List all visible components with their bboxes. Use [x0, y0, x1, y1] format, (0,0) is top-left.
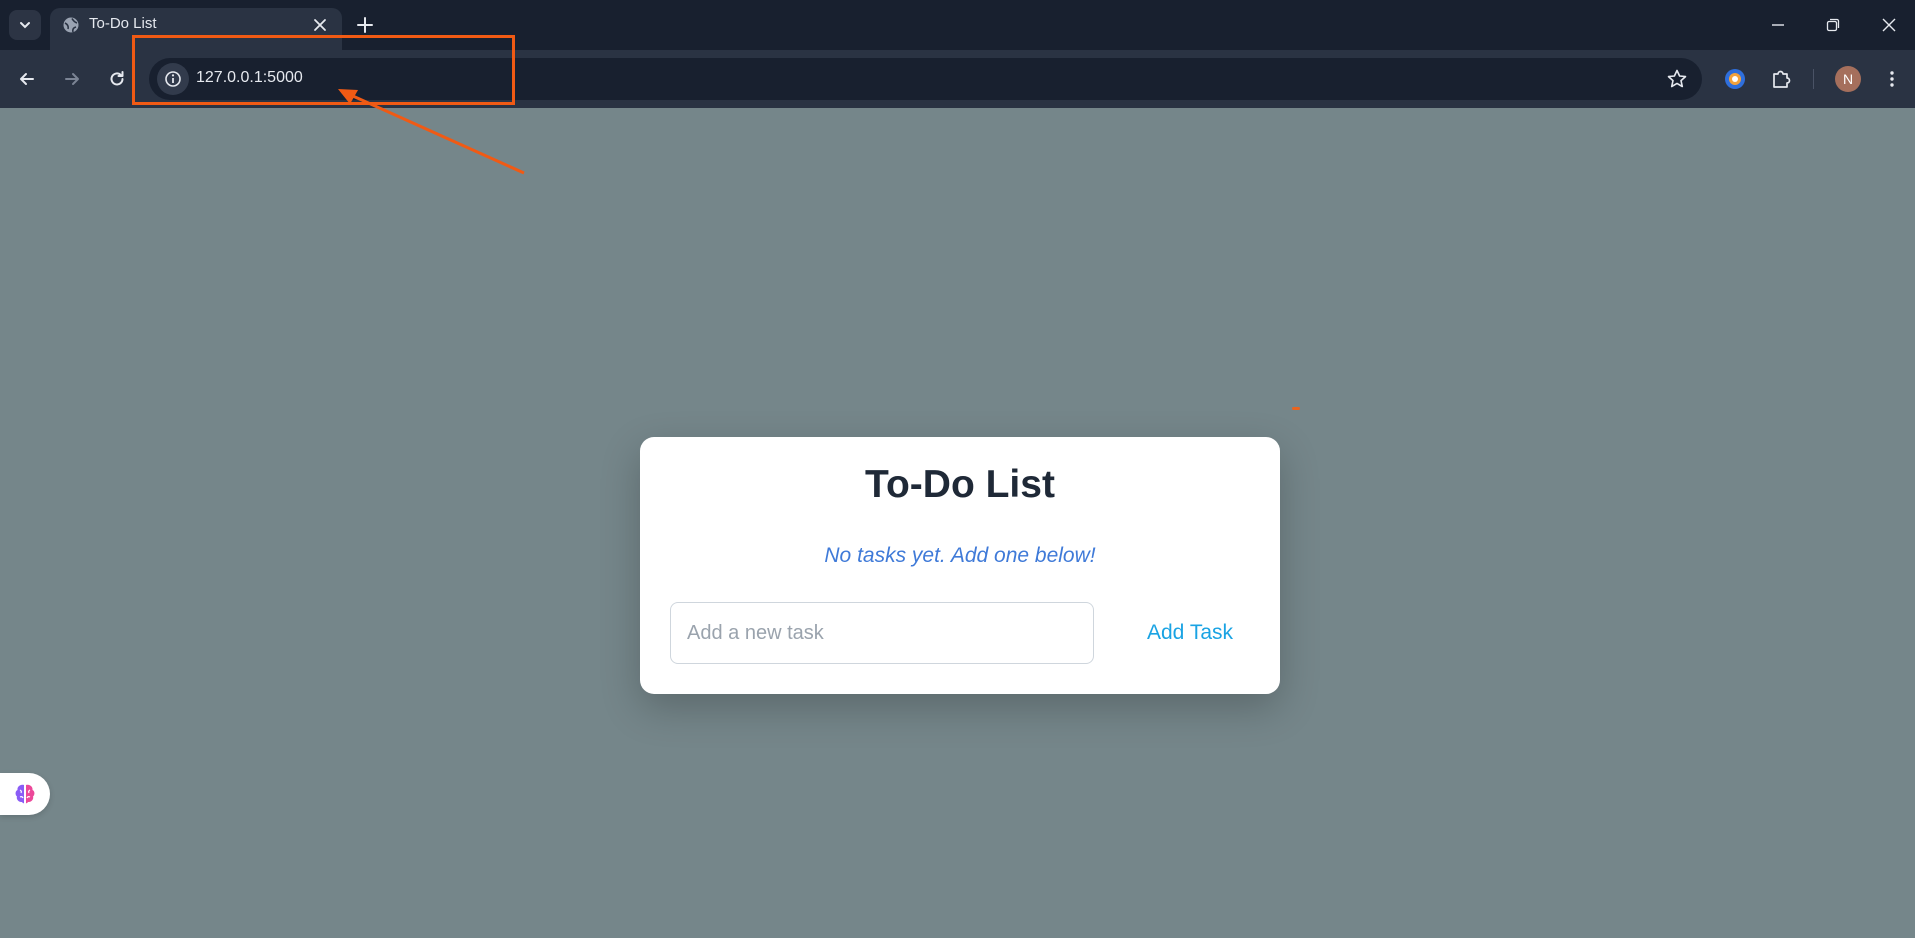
close-icon[interactable] — [311, 16, 329, 34]
restore-button[interactable] — [1820, 12, 1846, 38]
kebab-menu-icon — [1890, 71, 1894, 87]
arrow-right-icon — [65, 73, 79, 85]
extensions-menu-button[interactable] — [1768, 66, 1794, 92]
annotation-arrow — [338, 89, 525, 175]
new-task-input[interactable] — [670, 602, 1094, 664]
page-title: To-Do List — [865, 463, 1055, 506]
close-window-button[interactable] — [1876, 12, 1902, 38]
todo-card: To-Do List No tasks yet. Add one below! … — [640, 437, 1280, 694]
back-button[interactable] — [14, 66, 40, 92]
browser-menu-button[interactable] — [1879, 66, 1905, 92]
floating-extension-widget[interactable] — [0, 773, 50, 815]
annotation-mark — [1292, 407, 1300, 410]
minimize-button[interactable] — [1765, 12, 1791, 38]
chevron-down-icon — [20, 22, 30, 29]
reload-button[interactable] — [104, 66, 130, 92]
arrow-left-icon — [20, 73, 34, 85]
brain-icon — [15, 784, 35, 804]
star-icon[interactable] — [1666, 68, 1688, 90]
extension-button[interactable] — [1722, 66, 1748, 92]
forward-button[interactable] — [59, 66, 85, 92]
tab-title: To-Do List — [89, 15, 157, 32]
toolbar-divider — [1813, 69, 1814, 89]
profile-avatar[interactable]: N — [1835, 66, 1861, 92]
minimize-icon — [1772, 24, 1784, 26]
empty-state-message: No tasks yet. Add one below! — [824, 544, 1096, 567]
restore-icon — [1826, 18, 1840, 32]
puzzle-icon — [1773, 70, 1791, 88]
reload-icon — [110, 71, 124, 86]
plus-icon[interactable] — [354, 14, 376, 36]
add-task-button[interactable]: Add Task — [1110, 602, 1270, 664]
tab-search-button[interactable] — [9, 10, 41, 40]
close-icon — [1882, 18, 1896, 32]
globe-icon — [63, 17, 79, 33]
extension-colorful-icon — [1725, 69, 1745, 89]
